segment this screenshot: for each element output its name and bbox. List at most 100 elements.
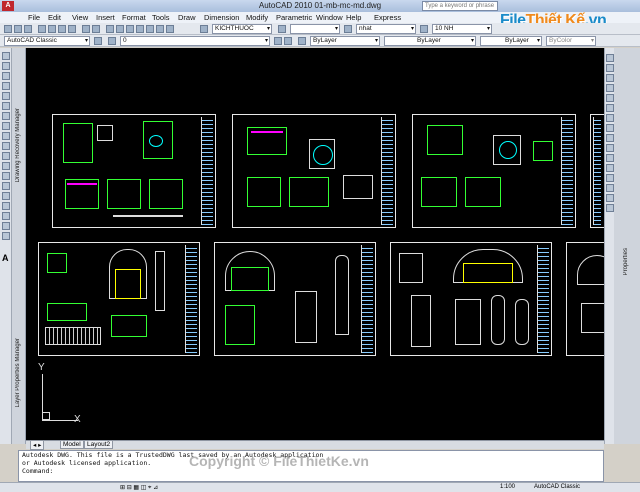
circle-icon[interactable] (2, 112, 10, 120)
menu-help[interactable]: Help (346, 13, 361, 22)
command-window[interactable]: Autodesk DWG. This file is a TrustedDWG … (18, 450, 604, 482)
rotate-icon[interactable] (606, 114, 614, 122)
arc-icon[interactable] (2, 102, 10, 110)
join-icon[interactable] (606, 174, 614, 182)
gradient-icon[interactable] (2, 202, 10, 210)
menu-draw[interactable]: Draw (178, 13, 196, 22)
polygon-icon[interactable] (2, 82, 10, 90)
line-icon[interactable] (2, 52, 10, 60)
menu-view[interactable]: View (72, 13, 88, 22)
menu-tools[interactable]: Tools (152, 13, 170, 22)
break-icon[interactable] (606, 164, 614, 172)
zoom-icon[interactable] (116, 25, 124, 33)
make-block-icon[interactable] (2, 172, 10, 180)
workspace-combo[interactable]: AutoCAD Classic (4, 36, 90, 46)
text-icon[interactable]: A (2, 253, 9, 263)
color-icon[interactable] (298, 37, 306, 45)
menu-insert[interactable]: Insert (96, 13, 115, 22)
construction-line-icon[interactable] (2, 62, 10, 70)
annotation-scale[interactable]: 1:100 (500, 484, 515, 490)
menu-modify[interactable]: Modify (246, 13, 268, 22)
region-icon[interactable] (2, 212, 10, 220)
undo-icon[interactable] (82, 25, 90, 33)
text-style-icon[interactable] (200, 25, 208, 33)
explode-icon[interactable] (606, 204, 614, 212)
properties-icon[interactable] (126, 25, 134, 33)
new-icon[interactable] (4, 25, 12, 33)
drawing-sheet[interactable] (38, 242, 200, 356)
copy-object-icon[interactable] (606, 64, 614, 72)
insert-block-icon[interactable] (2, 162, 10, 170)
hatch-icon[interactable] (2, 192, 10, 200)
extend-icon[interactable] (606, 154, 614, 162)
mirror-icon[interactable] (606, 74, 614, 82)
rectangle-icon[interactable] (2, 92, 10, 100)
drawing-sheet[interactable] (214, 242, 376, 356)
menu-dimension[interactable]: Dimension (204, 13, 239, 22)
dim-style-icon[interactable] (278, 25, 286, 33)
dim-style-combo[interactable] (290, 24, 340, 34)
stretch-icon[interactable] (606, 134, 614, 142)
menu-edit[interactable]: Edit (48, 13, 61, 22)
open-icon[interactable] (14, 25, 22, 33)
drawing-sheet[interactable] (590, 114, 604, 228)
ellipse-arc-icon[interactable] (2, 152, 10, 160)
point-icon[interactable] (2, 182, 10, 190)
chamfer-icon[interactable] (606, 184, 614, 192)
fillet-icon[interactable] (606, 194, 614, 202)
design-center-icon[interactable] (136, 25, 144, 33)
plotstyle-combo[interactable]: ByColor (546, 36, 596, 46)
color-combo[interactable]: ByLayer (310, 36, 380, 46)
drawing-sheet[interactable] (566, 242, 604, 356)
drawing-sheet[interactable] (52, 114, 216, 228)
menu-format[interactable]: Format (122, 13, 146, 22)
drawing-sheet[interactable] (232, 114, 396, 228)
tool-palettes-icon[interactable] (146, 25, 154, 33)
text-style-combo[interactable]: KICHTHUOC (212, 24, 272, 34)
make-current-icon[interactable] (274, 37, 282, 45)
menu-parametric[interactable]: Parametric (276, 13, 312, 22)
drawing-sheet[interactable] (412, 114, 576, 228)
ellipse-icon[interactable] (2, 142, 10, 150)
workspace-settings-icon[interactable] (94, 37, 102, 45)
spline-icon[interactable] (2, 132, 10, 140)
multileader-style-combo[interactable]: 10 NH (432, 24, 492, 34)
table-icon[interactable] (2, 222, 10, 230)
save-icon[interactable] (24, 25, 32, 33)
cut-icon[interactable] (48, 25, 56, 33)
menu-file[interactable]: File (28, 13, 40, 22)
help-icon[interactable] (166, 25, 174, 33)
layer-manager-icon[interactable] (108, 37, 116, 45)
trim-icon[interactable] (606, 144, 614, 152)
drawing-recovery-manager-tab[interactable]: Drawing Recovery Manager (15, 108, 21, 182)
revision-cloud-icon[interactable] (2, 122, 10, 130)
multiline-text-icon[interactable] (2, 232, 10, 240)
tab-prev-arrows[interactable]: ◂ ▸ (30, 441, 45, 450)
pan-icon[interactable] (106, 25, 114, 33)
move-icon[interactable] (606, 104, 614, 112)
tab-model[interactable]: Model (60, 441, 84, 449)
polyline-icon[interactable] (2, 72, 10, 80)
drawing-canvas[interactable]: Y X (26, 48, 604, 440)
layer-combo[interactable]: 0 (120, 36, 270, 46)
layer-name-combo[interactable]: nhat (356, 24, 416, 34)
array-icon[interactable] (606, 94, 614, 102)
properties-tab[interactable]: Properties (623, 248, 629, 275)
linetype-combo[interactable]: ByLayer (384, 36, 476, 46)
lineweight-combo[interactable]: ByLayer (480, 36, 542, 46)
menu-express[interactable]: Express (374, 13, 401, 22)
paste-icon[interactable] (68, 25, 76, 33)
layer-previous-icon[interactable] (284, 37, 292, 45)
multileader-style-icon[interactable] (420, 25, 428, 33)
menu-window[interactable]: Window (316, 13, 343, 22)
copy-icon[interactable] (58, 25, 66, 33)
table-style-icon[interactable] (344, 25, 352, 33)
calculator-icon[interactable] (156, 25, 164, 33)
snap-toggles[interactable]: ⊞ ⊟ ▦ ◫ ⌖ ⊿ (120, 484, 158, 492)
search-input[interactable]: Type a keyword or phrase (422, 1, 498, 11)
print-icon[interactable] (38, 25, 46, 33)
layer-properties-manager-tab[interactable]: Layer Properties Manager (15, 338, 21, 407)
redo-icon[interactable] (92, 25, 100, 33)
status-workspace[interactable]: AutoCAD Classic (534, 484, 580, 490)
tab-layout2[interactable]: Layout2 (84, 441, 114, 449)
